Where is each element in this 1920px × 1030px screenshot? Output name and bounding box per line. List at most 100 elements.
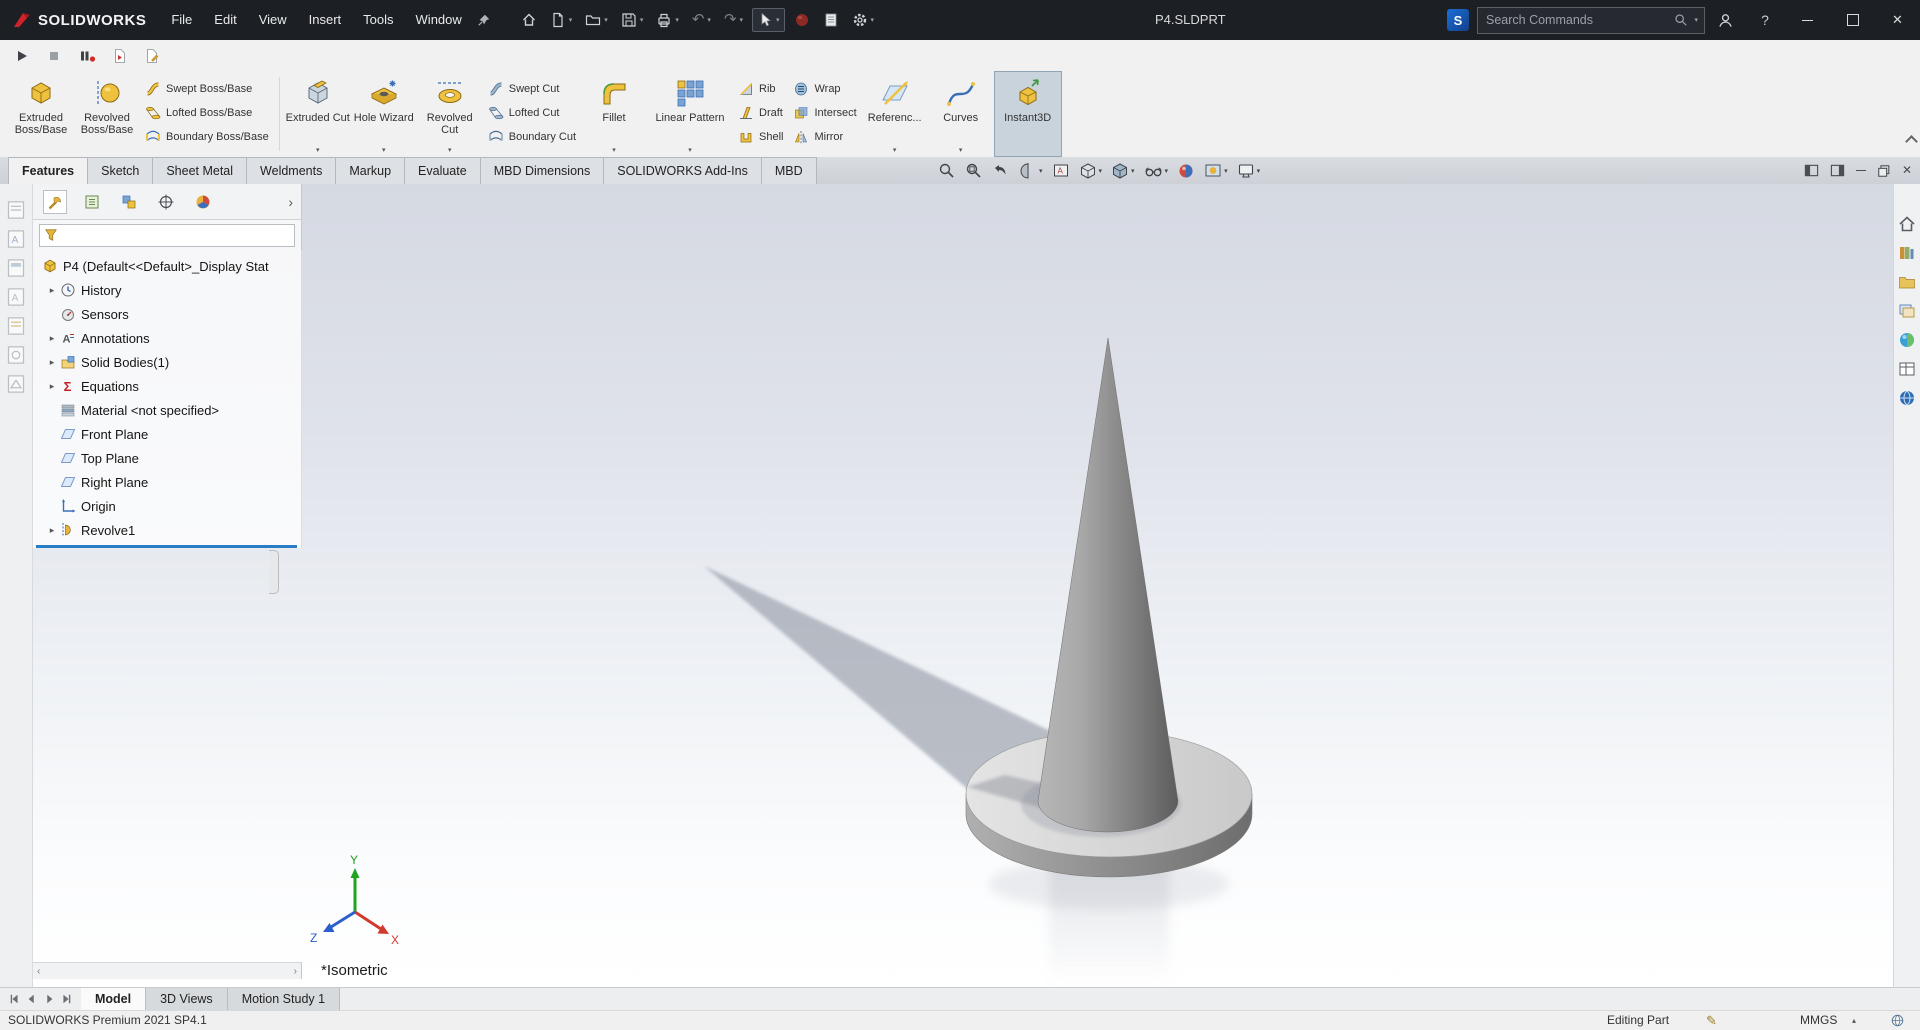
rib-button[interactable]: Rib <box>738 79 783 98</box>
dropdown-caret-icon[interactable]: ▾ <box>675 16 679 24</box>
dropdown-caret-icon[interactable]: ▾ <box>1257 167 1261 175</box>
side-toolbar-icon-3[interactable] <box>6 258 26 278</box>
tree-item-origin[interactable]: ▸ Origin <box>33 494 301 518</box>
menu-file[interactable]: File <box>160 0 203 40</box>
menu-insert[interactable]: Insert <box>298 0 353 40</box>
dropdown-caret-icon[interactable]: ▾ <box>1039 167 1043 175</box>
status-globe-icon[interactable] <box>1890 1013 1905 1028</box>
dimxpertmanager-tab[interactable] <box>154 190 178 214</box>
propertymanager-tab[interactable] <box>80 190 104 214</box>
previous-tab-icon[interactable] <box>25 993 39 1005</box>
side-toolbar-icon-2[interactable]: A <box>6 229 26 249</box>
boundary-cut-button[interactable]: Boundary Cut <box>488 127 576 146</box>
side-toolbar-icon-4[interactable]: A <box>6 287 26 307</box>
tab-evaluate[interactable]: Evaluate <box>405 157 481 184</box>
tree-item-history[interactable]: ▸ History <box>33 278 301 302</box>
panel-flyout-chevron-icon[interactable]: › <box>288 194 293 210</box>
solidworks-badge-icon[interactable]: S <box>1447 9 1469 31</box>
print-button[interactable]: ▾ <box>652 9 683 31</box>
minimize-button[interactable] <box>1785 0 1830 40</box>
save-button[interactable]: ▾ <box>617 9 648 31</box>
display-style-button[interactable]: ▾ <box>1111 162 1135 180</box>
tab-mbd[interactable]: MBD <box>761 157 817 184</box>
tab-sheet-metal[interactable]: Sheet Metal <box>153 157 248 184</box>
lofted-boss-base-button[interactable]: Lofted Boss/Base <box>145 103 269 122</box>
swept-boss-base-button[interactable]: Swept Boss/Base <box>145 79 269 98</box>
tab-sketch[interactable]: Sketch <box>88 157 154 184</box>
units-selector[interactable]: MMGS <box>1800 1011 1837 1030</box>
edit-macro-button[interactable] <box>142 44 162 68</box>
task-pane-home-icon[interactable] <box>1897 214 1917 234</box>
boundary-boss-base-button[interactable]: Boundary Boss/Base <box>145 127 269 146</box>
menu-tools[interactable]: Tools <box>352 0 404 40</box>
dropdown-caret-icon[interactable]: ▾ <box>640 16 644 24</box>
units-caret-icon[interactable]: ▴ <box>1852 1011 1856 1030</box>
revolved-boss-base-button[interactable]: Revolved Boss/Base <box>74 71 140 157</box>
redo-button[interactable]: ↷ ▾ <box>720 9 747 31</box>
tab-features[interactable]: Features <box>8 157 89 184</box>
revolved-cut-button[interactable]: Revolved Cut ▾ <box>417 71 483 157</box>
extruded-boss-base-button[interactable]: Extruded Boss/Base <box>8 71 74 157</box>
tree-item-equations[interactable]: ▸ Σ Equations <box>33 374 301 398</box>
section-view-button[interactable]: ▾ <box>1019 162 1043 180</box>
last-tab-icon[interactable] <box>59 993 73 1005</box>
stop-macro-button[interactable] <box>44 44 64 68</box>
tree-item-solid-bodies[interactable]: ▸ Solid Bodies(1) <box>33 350 301 374</box>
expand-arrow-icon[interactable]: ▸ <box>45 357 59 368</box>
draft-button[interactable]: Draft <box>738 103 783 122</box>
fillet-button[interactable]: Fillet ▾ <box>581 71 647 157</box>
lofted-cut-button[interactable]: Lofted Cut <box>488 103 576 122</box>
file-properties-button[interactable] <box>819 9 843 31</box>
hole-wizard-button[interactable]: Hole Wizard ▾ <box>351 71 417 157</box>
zoom-fit-button[interactable] <box>938 162 956 180</box>
new-document-button[interactable]: ▾ <box>546 9 577 31</box>
file-explorer-icon[interactable] <box>1897 272 1917 292</box>
mirror-button[interactable]: Mirror <box>793 127 856 146</box>
custom-properties-icon[interactable] <box>1897 359 1917 379</box>
view-settings-button[interactable]: ▾ <box>1237 162 1261 180</box>
tab-mbd-dimensions[interactable]: MBD Dimensions <box>480 157 605 184</box>
intersect-button[interactable]: Intersect <box>793 103 857 122</box>
side-toolbar-icon-1[interactable] <box>6 200 26 220</box>
home-button[interactable] <box>517 9 541 31</box>
open-button[interactable]: ▾ <box>581 9 612 31</box>
tree-item-front-plane[interactable]: ▸ Front Plane <box>33 422 301 446</box>
record-pause-macro-button[interactable] <box>76 44 98 68</box>
dropdown-caret-icon[interactable]: ▾ <box>448 146 452 154</box>
menu-window[interactable]: Window <box>405 0 473 40</box>
graphics-viewport[interactable]: Y X Z *Isometric <box>33 184 1893 987</box>
expand-arrow-icon[interactable]: ▸ <box>45 333 59 344</box>
tree-item-part-root[interactable]: ▸ P4 (Default<<Default>_Display Stat <box>33 254 301 278</box>
dropdown-caret-icon[interactable]: ▾ <box>688 146 692 154</box>
pane-left-button[interactable] <box>1804 163 1819 178</box>
doc-minimize-button[interactable] <box>1855 170 1866 171</box>
swept-cut-button[interactable]: Swept Cut <box>488 79 576 98</box>
doc-close-button[interactable]: ✕ <box>1902 157 1912 184</box>
tree-filter-box[interactable] <box>39 223 295 247</box>
expand-arrow-icon[interactable]: ▸ <box>45 285 59 296</box>
ribbon-collapse-button[interactable] <box>1905 133 1918 151</box>
play-macro-button[interactable] <box>12 44 32 68</box>
instant3d-button[interactable]: Instant3D <box>993 71 1062 157</box>
linear-pattern-button[interactable]: Linear Pattern ▾ <box>647 71 733 157</box>
search-commands-box[interactable]: ▾ <box>1477 6 1705 34</box>
dropdown-caret-icon[interactable]: ▾ <box>707 16 711 24</box>
dropdown-caret-icon[interactable]: ▾ <box>316 146 320 154</box>
displaymanager-tab[interactable] <box>191 190 215 214</box>
view-palette-icon[interactable] <box>1897 301 1917 321</box>
reference-geometry-button[interactable]: Referenc... ▾ <box>862 71 928 157</box>
view-orientation-button[interactable]: ▾ <box>1079 162 1102 180</box>
zoom-area-button[interactable] <box>965 162 983 180</box>
undo-button[interactable]: ↶ ▾ <box>688 9 715 31</box>
tree-item-revolve1[interactable]: ▸ Revolve1 <box>33 518 301 542</box>
tree-item-top-plane[interactable]: ▸ Top Plane <box>33 446 301 470</box>
select-tool-button[interactable]: ▾ <box>752 8 785 32</box>
hide-show-items-button[interactable]: ▾ <box>1144 162 1169 180</box>
tab-markup[interactable]: Markup <box>336 157 406 184</box>
tree-horizontal-scrollbar[interactable]: ‹ › <box>33 962 302 979</box>
tab-motion-study-1[interactable]: Motion Study 1 <box>227 988 341 1010</box>
dropdown-caret-icon[interactable]: ▾ <box>740 16 744 24</box>
rollback-bar[interactable] <box>36 545 297 548</box>
dropdown-caret-icon[interactable]: ▾ <box>1165 167 1169 175</box>
dropdown-caret-icon[interactable]: ▾ <box>612 146 616 154</box>
